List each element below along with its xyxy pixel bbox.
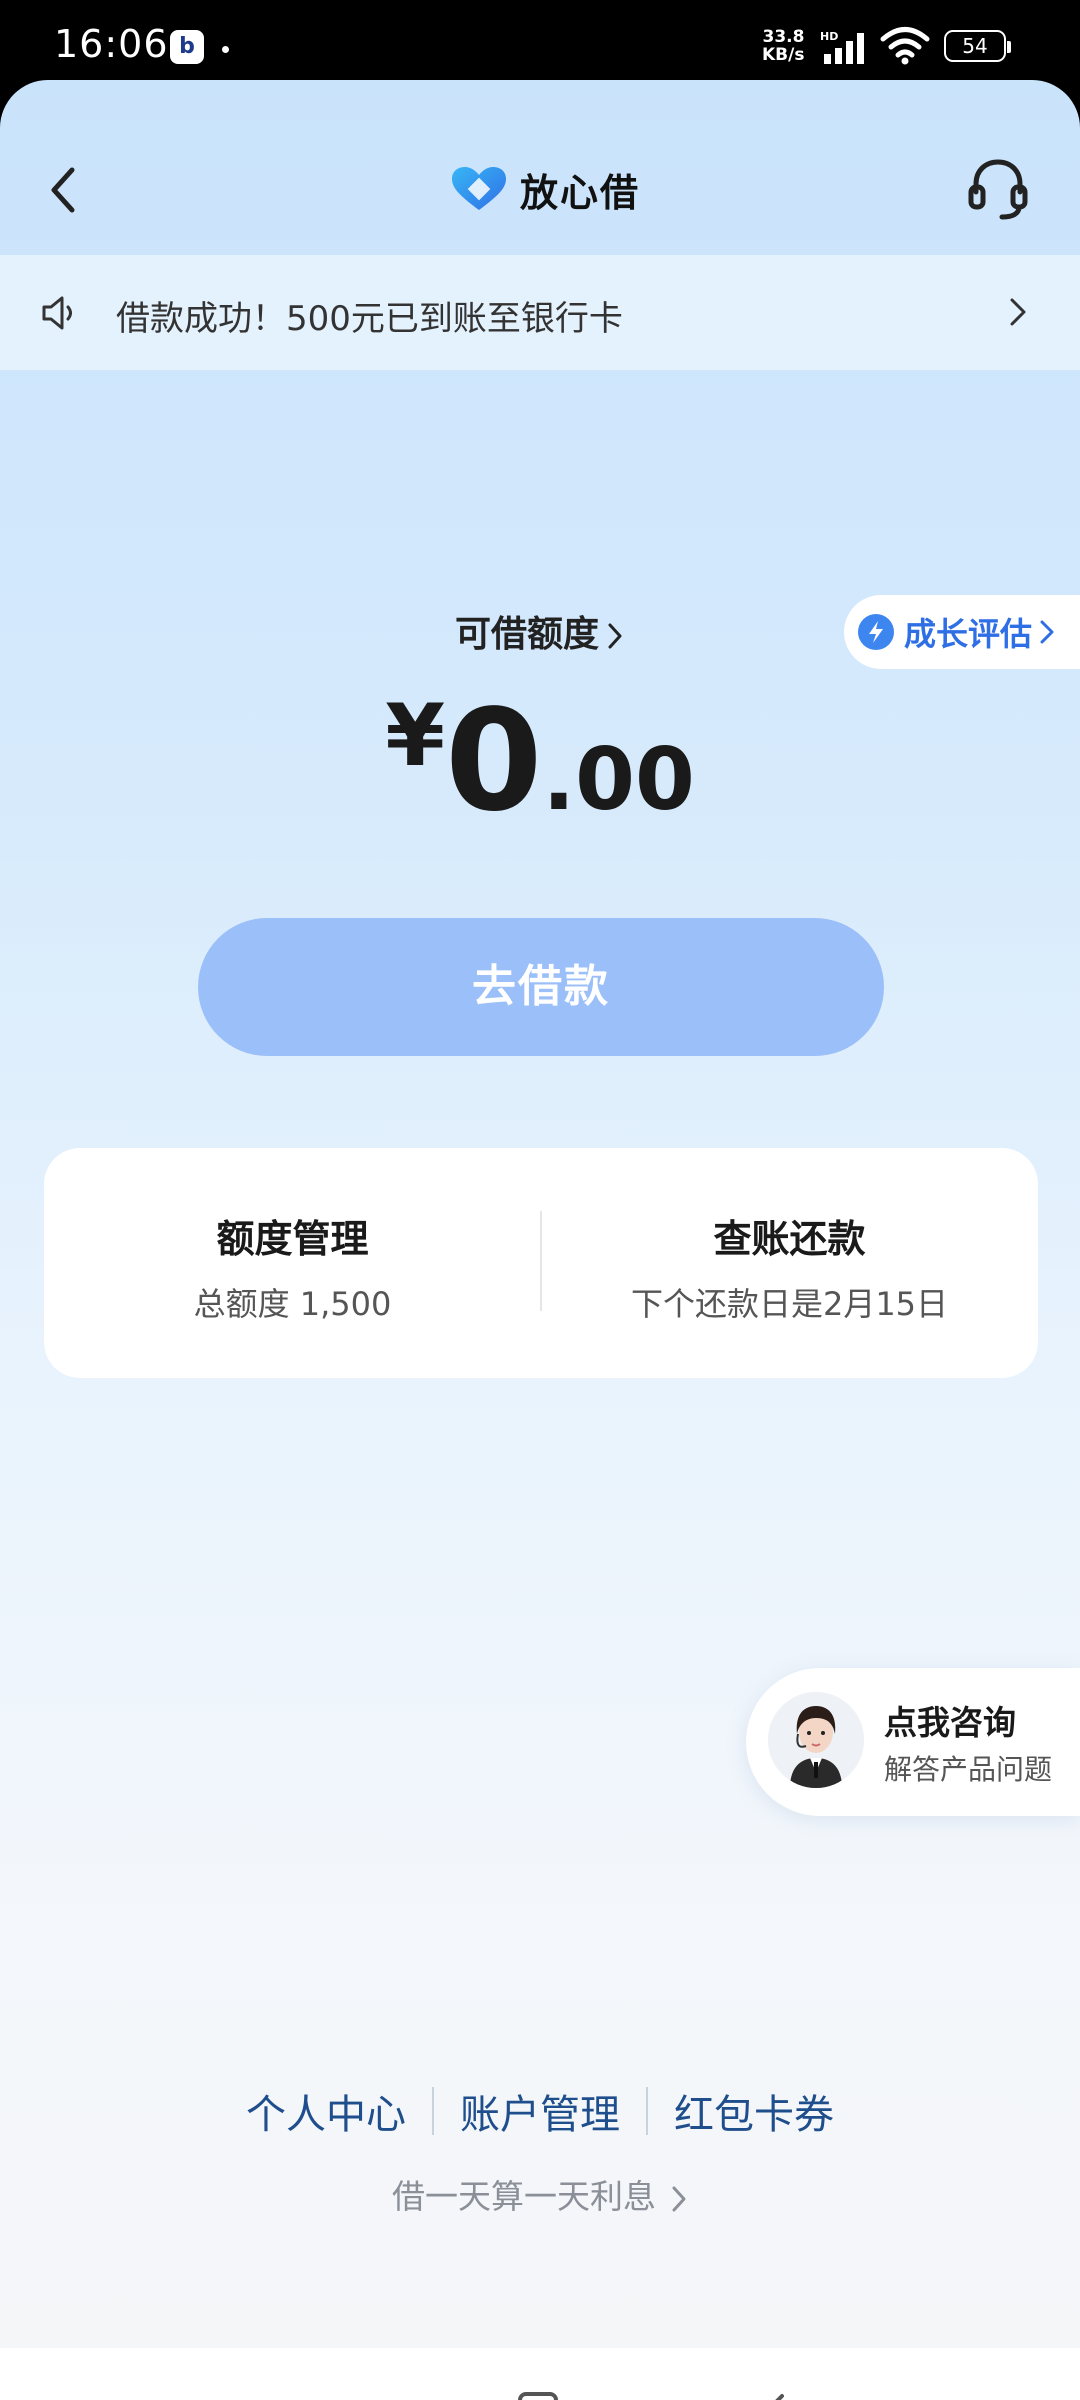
chevron-right-icon bbox=[608, 623, 622, 649]
page-title: 放心借 bbox=[520, 171, 641, 215]
link-account-management[interactable]: 账户管理 bbox=[434, 2082, 646, 2140]
quota-management-title: 额度管理 bbox=[216, 1217, 369, 1261]
available-quota-link[interactable]: 可借额度 bbox=[0, 605, 1080, 657]
tagline-text: 借一天算一天利息 bbox=[392, 2177, 656, 2216]
bill-repayment-title: 查账还款 bbox=[713, 1217, 866, 1261]
quota-management[interactable]: 额度管理 总额度 1,500 bbox=[44, 1148, 541, 1378]
app-title: 放心借 bbox=[450, 162, 640, 217]
header: 放心借 bbox=[0, 80, 1080, 255]
chevron-left-icon[interactable] bbox=[38, 160, 88, 220]
link-coupons[interactable]: 红包卡券 bbox=[648, 2082, 860, 2140]
borrow-button[interactable]: 去借款 bbox=[198, 918, 884, 1056]
svg-text:HD: HD bbox=[820, 30, 838, 43]
wifi-icon bbox=[880, 27, 930, 65]
currency-symbol: ¥ bbox=[385, 686, 446, 786]
consult-subtitle: 解答产品问题 bbox=[884, 1753, 1053, 1786]
agent-avatar bbox=[768, 1692, 864, 1788]
notice-text: 借款成功！500元已到账至银行卡 bbox=[116, 299, 623, 339]
chevron-right-icon bbox=[672, 2186, 686, 2211]
battery-icon: 54 bbox=[944, 30, 1011, 62]
net-speed-value: 33.8 bbox=[762, 27, 805, 47]
notification-dot-icon bbox=[222, 46, 229, 53]
consult-button[interactable]: 点我咨询 解答产品问题 bbox=[746, 1668, 1080, 1816]
next-repayment-date: 下个还款日是2月15日 bbox=[630, 1285, 949, 1323]
bill-repayment[interactable]: 查账还款 下个还款日是2月15日 bbox=[541, 1148, 1038, 1378]
available-amount: ¥0.00 bbox=[0, 680, 1080, 843]
amount-decimal: .00 bbox=[542, 730, 695, 830]
speaker-icon bbox=[42, 296, 72, 330]
interest-tagline[interactable]: 借一天算一天利息 bbox=[0, 2170, 1080, 2218]
total-quota: 总额度 1,500 bbox=[193, 1285, 392, 1323]
menu-icon[interactable] bbox=[286, 2396, 330, 2400]
footer-links: 个人中心 账户管理 红包卡券 bbox=[0, 2082, 1080, 2140]
back-icon[interactable] bbox=[756, 2390, 790, 2400]
account-card: 额度管理 总额度 1,500 查账还款 下个还款日是2月15日 bbox=[44, 1148, 1038, 1378]
consult-title: 点我咨询 bbox=[884, 1703, 1016, 1742]
app-notification-icon: b bbox=[170, 30, 204, 64]
battery-level: 54 bbox=[962, 34, 988, 58]
link-personal-center[interactable]: 个人中心 bbox=[220, 2082, 432, 2140]
system-nav-bar bbox=[0, 2348, 1080, 2400]
net-speed-unit: KB/s bbox=[762, 45, 805, 65]
amount-integer: 0 bbox=[445, 680, 543, 843]
status-bar: 16:06 b 33.8 KB/s HD 54 bbox=[0, 0, 1080, 80]
notice-bar[interactable]: 借款成功！500元已到账至银行卡 bbox=[0, 255, 1080, 370]
status-time: 16:06 bbox=[54, 22, 169, 66]
signal-icon: HD bbox=[820, 30, 864, 64]
app-screen: 放心借 借款成功！500元已到账至银行卡 成长评估 可借额度 ¥0.00 去借款… bbox=[0, 80, 1080, 2400]
available-quota-label: 可借额度 bbox=[454, 614, 599, 655]
chevron-right-icon bbox=[1010, 298, 1026, 326]
network-speed: 33.8 KB/s bbox=[762, 28, 804, 64]
heart-logo-icon bbox=[452, 166, 506, 210]
home-icon[interactable] bbox=[518, 2392, 558, 2400]
headset-icon[interactable] bbox=[966, 154, 1030, 224]
